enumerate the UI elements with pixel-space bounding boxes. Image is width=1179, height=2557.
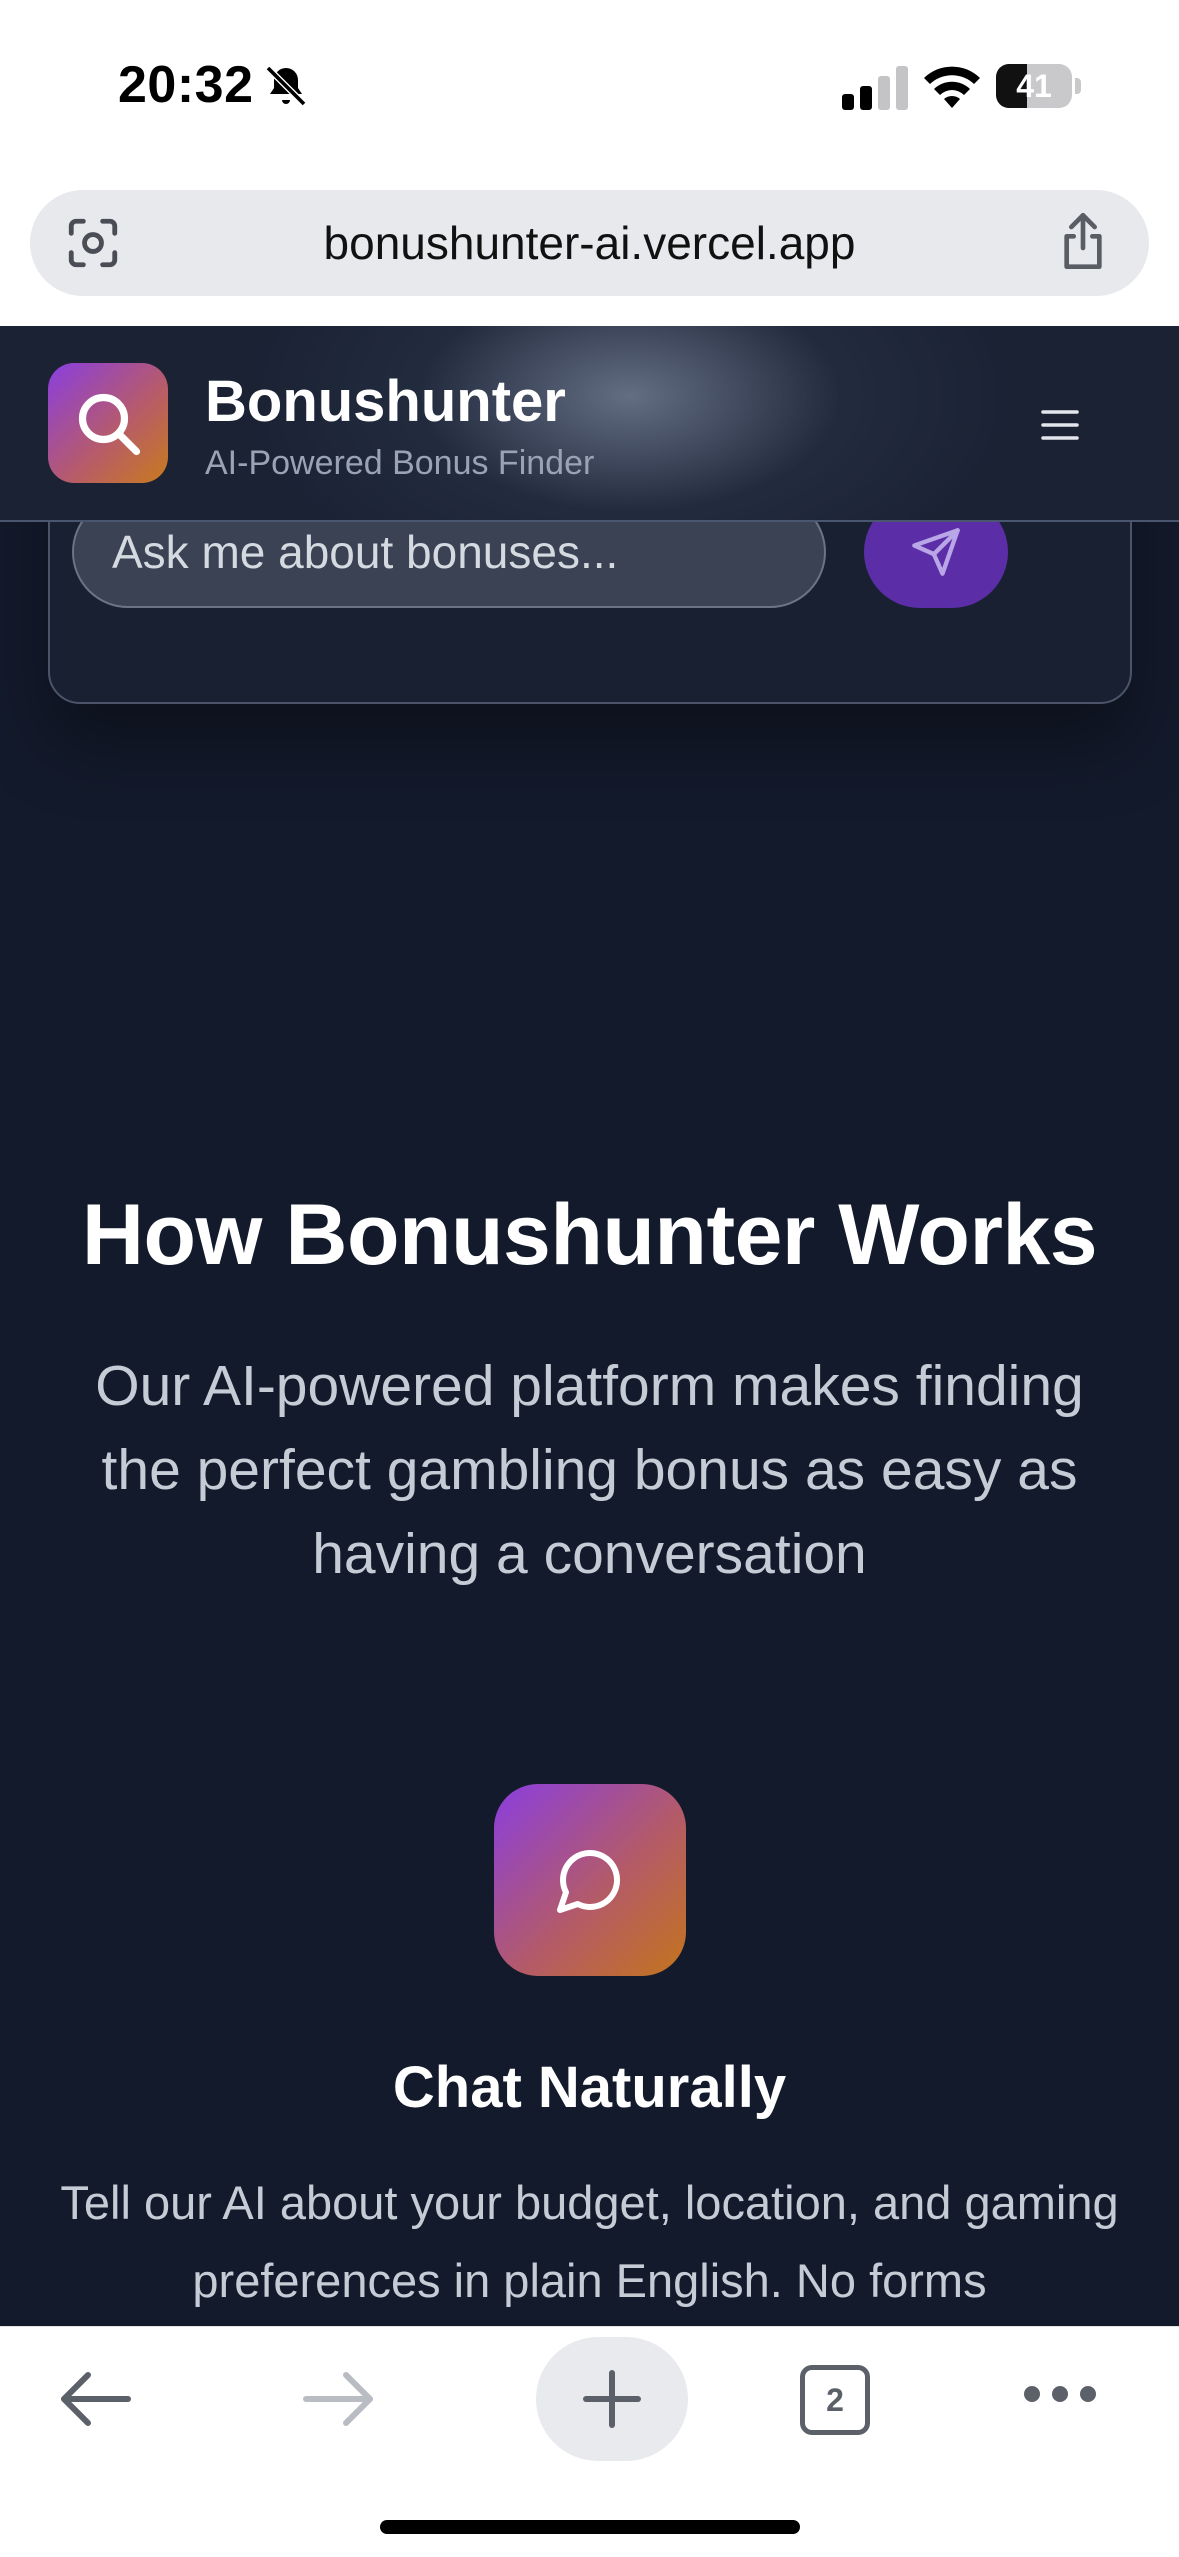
url-text[interactable]: bonushunter-ai.vercel.app: [150, 190, 1029, 296]
tabs-icon[interactable]: 2: [800, 2365, 870, 2435]
menu-icon[interactable]: [1040, 408, 1080, 442]
feature-icon-tile: [494, 1784, 686, 1976]
status-time: 20:32: [118, 56, 254, 114]
more-icon[interactable]: [1022, 2383, 1098, 2405]
brand-name: Bonushunter: [205, 369, 566, 434]
chat-bubble-icon: [557, 1849, 621, 1913]
status-bar: 20:32 41: [0, 0, 1179, 170]
back-arrow-icon[interactable]: [58, 2367, 132, 2431]
feature-description: Tell our AI about your budget, location,…: [60, 2176, 1119, 2307]
page-viewport: Bonushunter AI-Powered Bonus Finder How …: [0, 326, 1179, 2326]
section-subtitle: Our AI-powered platform makes finding th…: [95, 1354, 1084, 1586]
forward-arrow-icon[interactable]: [302, 2367, 376, 2431]
home-indicator: [380, 2520, 800, 2534]
cellular-signal-icon: [842, 66, 908, 110]
brand-tagline: AI-Powered Bonus Finder: [205, 444, 595, 482]
battery-icon: 41: [996, 64, 1082, 108]
feature-title: Chat Naturally: [392, 2055, 787, 2120]
send-icon: [912, 528, 960, 576]
search-icon: [78, 393, 141, 456]
wifi-icon: [924, 66, 980, 108]
logo[interactable]: [48, 363, 168, 483]
battery-level: 41: [1016, 68, 1052, 104]
new-tab-button[interactable]: [536, 2337, 688, 2461]
share-icon[interactable]: [1055, 210, 1111, 272]
section-title: How Bonushunter Works: [81, 1187, 1098, 1283]
address-bar[interactable]: bonushunter-ai.vercel.app: [30, 190, 1149, 296]
bell-slash-icon: [265, 65, 307, 107]
lens-icon[interactable]: [64, 214, 122, 272]
site-header: Bonushunter AI-Powered Bonus Finder: [0, 326, 1179, 522]
plus-icon: [583, 2370, 641, 2428]
